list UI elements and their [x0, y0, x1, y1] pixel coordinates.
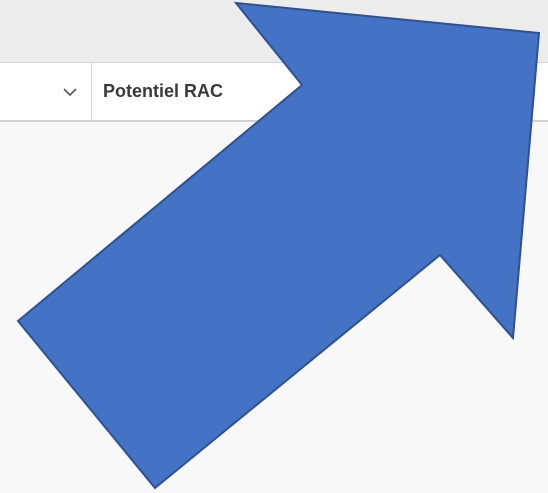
table-column-header-row: Potentiel RAC: [0, 62, 548, 122]
table-body-area: [0, 122, 548, 493]
column-header-potentiel-rac[interactable]: Potentiel RAC: [103, 81, 223, 102]
top-toolbar-area: [0, 0, 548, 62]
column-divider: [91, 63, 92, 121]
chevron-down-icon[interactable]: [60, 81, 80, 101]
